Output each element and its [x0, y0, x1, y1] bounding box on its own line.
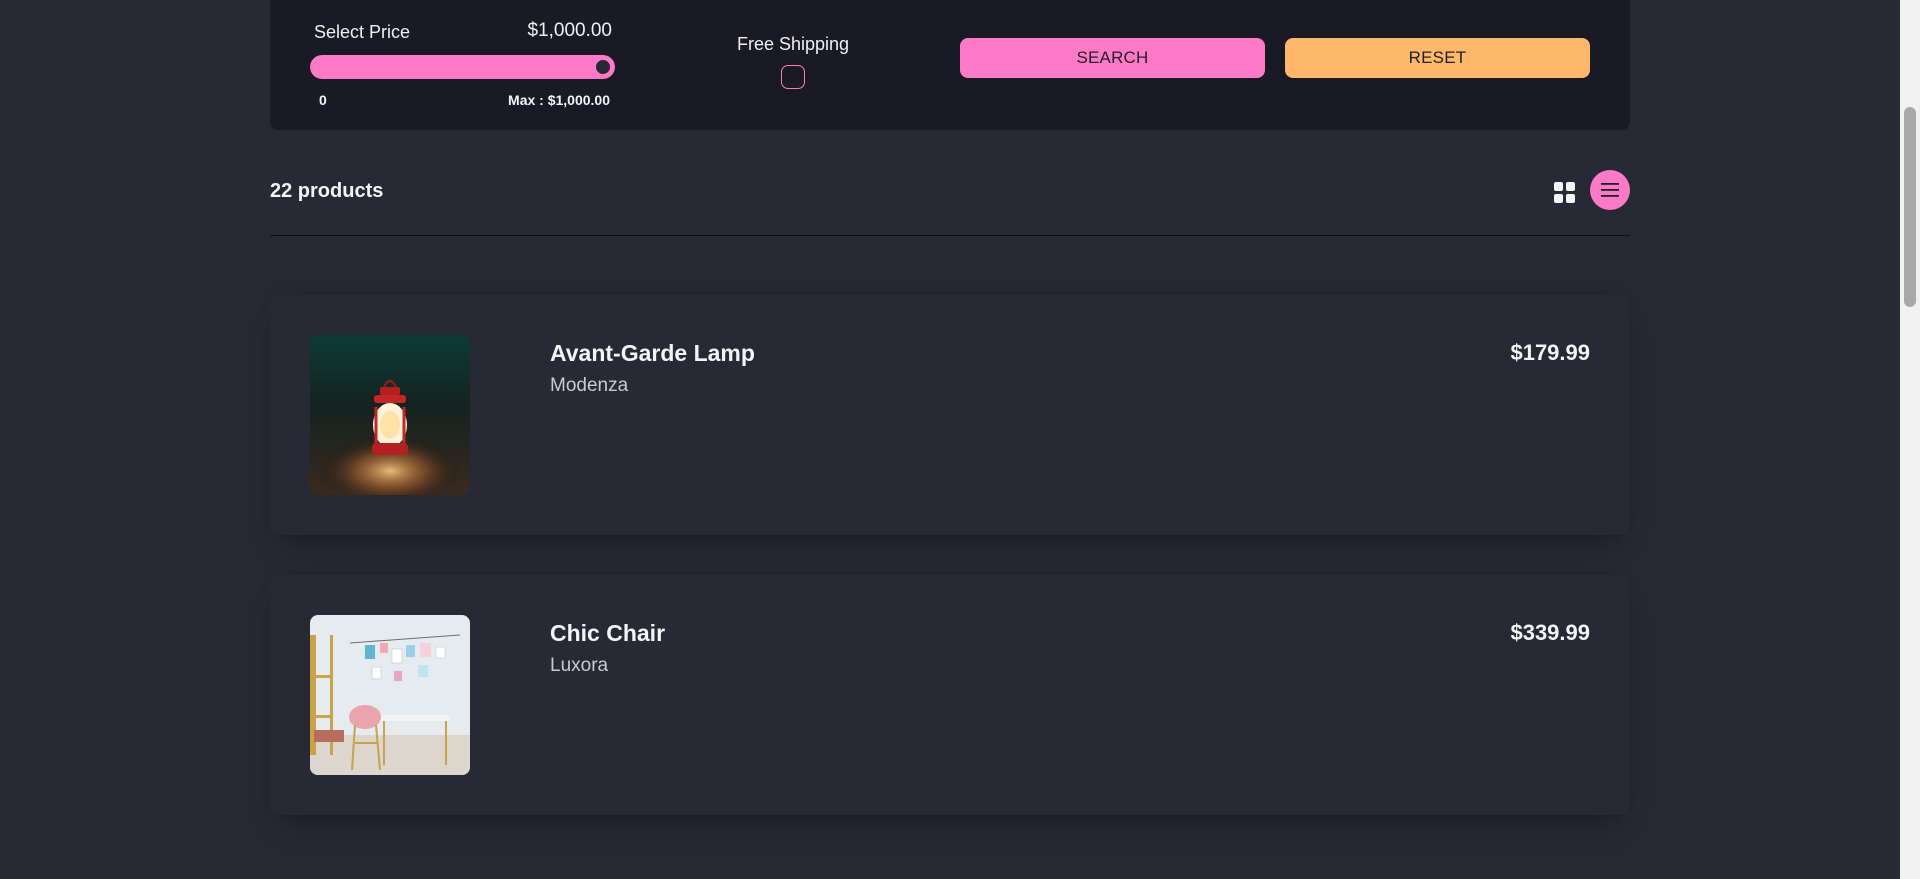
product-name: Chic Chair	[550, 620, 666, 646]
products-header: 22 products	[270, 165, 1630, 236]
price-label: Select Price	[314, 22, 411, 42]
product-price: $339.99	[1510, 620, 1590, 645]
price-range-thumb[interactable]	[593, 57, 613, 77]
product-card[interactable]: Avant-Garde Lamp Modenza $179.99	[270, 295, 1630, 535]
price-value: $1,000.00	[527, 20, 612, 41]
products-count: 22 products	[270, 180, 384, 202]
price-range-min: 0	[319, 92, 327, 108]
price-range-max: Max : $1,000.00	[508, 92, 610, 108]
product-card[interactable]: Chic Chair Luxora $339.99	[270, 575, 1630, 815]
list-icon	[1601, 183, 1619, 197]
page: Select Price $1,000.00 0 Max : $1,000.00…	[0, 0, 1920, 879]
lantern-photo-icon	[310, 335, 470, 495]
reset-button[interactable]: RESET	[1285, 38, 1590, 78]
grid-icon	[1554, 182, 1575, 203]
product-image	[310, 335, 470, 495]
price-range-slider[interactable]	[310, 55, 615, 79]
product-company: Luxora	[550, 655, 609, 676]
free-shipping-filter: Free Shipping	[720, 34, 866, 98]
product-list: Avant-Garde Lamp Modenza $179.99 Chic Ch…	[270, 295, 1630, 855]
free-shipping-checkbox[interactable]	[781, 65, 805, 89]
filter-panel: Select Price $1,000.00 0 Max : $1,000.00…	[270, 0, 1630, 130]
product-price: $179.99	[1510, 340, 1590, 365]
product-company: Modenza	[550, 375, 629, 396]
free-shipping-label: Free Shipping	[736, 34, 850, 54]
list-view-button[interactable]	[1590, 170, 1630, 210]
room-chair-photo-icon	[310, 615, 470, 775]
product-image	[310, 615, 470, 775]
search-button[interactable]: SEARCH	[960, 38, 1265, 78]
grid-view-button[interactable]	[1545, 173, 1585, 213]
price-range-fill	[310, 55, 615, 79]
product-name: Avant-Garde Lamp	[550, 340, 755, 366]
page-scrollbar[interactable]	[1900, 0, 1920, 879]
price-filter: Select Price $1,000.00 0 Max : $1,000.00	[310, 18, 620, 118]
scrollbar-thumb[interactable]	[1904, 107, 1916, 307]
